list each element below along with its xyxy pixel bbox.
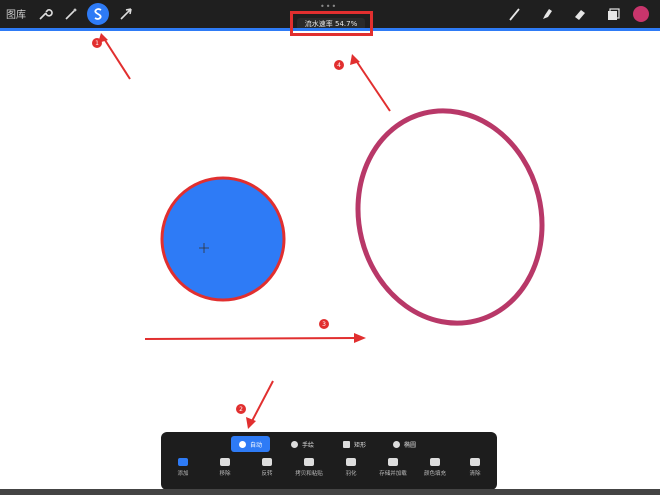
tool-remove[interactable]: 移除 bbox=[205, 458, 245, 477]
annotation-badge-4: 4 bbox=[334, 60, 344, 70]
drawing-canvas[interactable] bbox=[0, 31, 660, 431]
blue-circle-shape bbox=[160, 176, 286, 302]
annotation-arrow-2-head bbox=[246, 417, 256, 429]
move-arrow-icon[interactable] bbox=[115, 3, 137, 25]
tool-save-load[interactable]: 存储并加载 bbox=[373, 458, 413, 477]
tool-clear[interactable]: 清除 bbox=[455, 458, 495, 477]
ellipse-shape bbox=[355, 108, 545, 326]
brush-icon[interactable] bbox=[504, 3, 526, 25]
ellipse-icon bbox=[393, 440, 400, 448]
tool-color-fill[interactable]: 颜色填充 bbox=[415, 458, 455, 477]
selection-mode-bar: 自动 手绘 矩形 椭圆 bbox=[161, 436, 497, 452]
selection-s-icon[interactable] bbox=[87, 3, 109, 25]
tool-add[interactable]: 添加 bbox=[163, 458, 203, 477]
annotation-arrow-4 bbox=[354, 58, 391, 112]
auto-icon bbox=[239, 440, 246, 448]
eraser-icon[interactable] bbox=[569, 3, 591, 25]
feather-icon bbox=[346, 458, 356, 466]
heart-icon bbox=[388, 458, 398, 466]
current-color-swatch[interactable] bbox=[630, 3, 652, 25]
gallery-button[interactable]: 图库 bbox=[6, 6, 26, 21]
annotation-arrow-1 bbox=[102, 36, 131, 80]
selection-tools-row: 添加 移除 反转 拷贝和粘贴 羽化 存储并加载 颜色填充 清除 bbox=[161, 458, 497, 488]
freehand-icon bbox=[291, 440, 298, 448]
remove-icon bbox=[220, 458, 230, 466]
mode-automatic[interactable]: 自动 bbox=[231, 436, 271, 452]
tool-copy-paste[interactable]: 拷贝和粘贴 bbox=[289, 458, 329, 477]
annotation-arrow-2 bbox=[250, 380, 274, 424]
annotation-arrow-3 bbox=[144, 337, 357, 340]
annotation-badge-1: 1 bbox=[92, 38, 102, 48]
annotation-badge-3: 3 bbox=[319, 319, 329, 329]
wrench-icon[interactable] bbox=[34, 3, 56, 25]
color-fill-icon bbox=[430, 458, 440, 466]
invert-icon bbox=[262, 458, 272, 466]
tool-invert[interactable]: 反转 bbox=[247, 458, 287, 477]
add-icon bbox=[178, 458, 188, 466]
mode-rectangle[interactable]: 矩形 bbox=[335, 436, 374, 452]
mode-ellipse[interactable]: 椭圆 bbox=[385, 436, 424, 452]
smudge-icon[interactable] bbox=[536, 3, 558, 25]
drag-handle-dots[interactable]: ••• bbox=[320, 2, 337, 11]
rectangle-icon bbox=[343, 440, 350, 448]
copy-paste-icon bbox=[304, 458, 314, 466]
annotation-arrow-3-head bbox=[354, 333, 366, 343]
home-indicator-bar bbox=[0, 489, 660, 495]
broom-icon bbox=[470, 458, 480, 466]
selection-panel: 自动 手绘 矩形 椭圆 添加 移除 反转 拷贝和粘贴 羽化 存储并加载 颜色填充… bbox=[161, 432, 497, 490]
tool-feather[interactable]: 羽化 bbox=[331, 458, 371, 477]
magic-wand-icon[interactable] bbox=[60, 3, 82, 25]
annotation-badge-2: 2 bbox=[236, 404, 246, 414]
layers-icon[interactable] bbox=[602, 3, 624, 25]
mode-freehand[interactable]: 手绘 bbox=[283, 436, 322, 452]
